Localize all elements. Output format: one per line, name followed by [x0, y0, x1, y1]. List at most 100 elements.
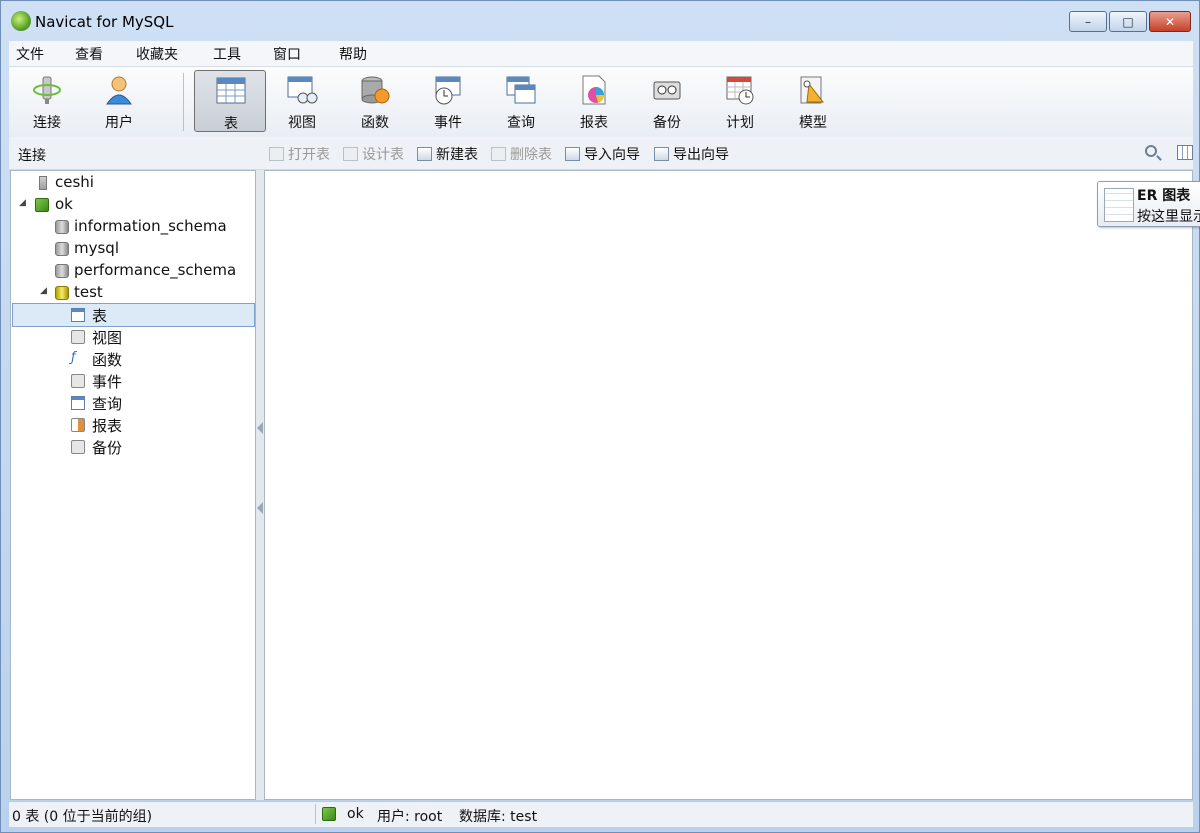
pane-splitter[interactable]	[256, 170, 264, 800]
er-diagram-icon[interactable]	[1177, 145, 1193, 160]
design-table-button[interactable]: 设计表	[343, 144, 404, 164]
view-tool-button[interactable]: 视图	[266, 70, 338, 132]
table-tool-button[interactable]: 表	[194, 70, 266, 132]
tree-item-events[interactable]: 事件	[11, 370, 255, 392]
tree-item-views[interactable]: 视图	[11, 326, 255, 348]
open-table-button[interactable]: 打开表	[269, 144, 330, 164]
database-icon	[55, 220, 69, 234]
event-icon	[71, 374, 85, 388]
function-label: 函数	[361, 115, 389, 131]
menu-tools[interactable]: 工具	[213, 44, 241, 64]
tree-label: information_schema	[74, 217, 227, 235]
backup-icon	[653, 81, 681, 100]
menu-window[interactable]: 窗口	[273, 44, 301, 64]
export-wizard-icon	[654, 147, 669, 161]
tree-label: mysql	[74, 239, 119, 257]
query-icon	[506, 76, 536, 104]
connect-tool-button[interactable]: 连接	[11, 70, 83, 132]
new-table-icon	[417, 147, 432, 161]
new-table-button[interactable]: 新建表	[417, 144, 478, 164]
tree-label: 表	[92, 307, 108, 325]
application-window: Navicat for MySQL – □ ✕ 文件 查看 收藏夹 工具 窗口 …	[0, 0, 1200, 833]
tree-item-queries[interactable]: 查询	[11, 392, 255, 414]
query-icon	[71, 396, 85, 410]
menu-help[interactable]: 帮助	[339, 44, 367, 64]
title-bar[interactable]: Navicat for MySQL – □ ✕	[1, 1, 1199, 41]
backup-tool-button[interactable]: 备份	[631, 70, 703, 132]
window-title: Navicat for MySQL	[35, 13, 174, 31]
user-tool-button[interactable]: 用户	[83, 70, 155, 132]
tree-label: 函数	[92, 351, 123, 369]
event-icon	[435, 76, 461, 105]
maximize-button[interactable]: □	[1109, 11, 1147, 32]
function-tool-button[interactable]: 函数	[339, 70, 411, 132]
connected-icon	[322, 807, 336, 821]
tree-item-ok[interactable]: ◢ ok	[11, 194, 255, 216]
export-wizard-label: 导出向导	[673, 147, 729, 163]
tree-item-test[interactable]: ◢ test	[11, 282, 255, 304]
event-tool-button[interactable]: 事件	[412, 70, 484, 132]
function-icon: ƒ	[71, 350, 76, 365]
connections-pane-header: 连接	[18, 148, 46, 164]
open-table-label: 打开表	[288, 147, 330, 163]
object-list-pane[interactable]	[264, 170, 1193, 800]
tree-label: 视图	[92, 329, 123, 347]
menu-bar: 文件 查看 收藏夹 工具 窗口 帮助	[9, 41, 1193, 66]
import-wizard-icon	[565, 147, 580, 161]
table-label: 表	[224, 116, 238, 132]
view-glasses-icon	[71, 330, 85, 344]
tree-item-functions[interactable]: ƒ 函数	[11, 348, 255, 370]
tree-item-reports[interactable]: 报表	[11, 414, 255, 436]
connected-icon	[35, 198, 49, 212]
report-label: 报表	[580, 115, 608, 131]
query-tool-button[interactable]: 查询	[485, 70, 557, 132]
import-wizard-button[interactable]: 导入向导	[565, 144, 640, 164]
tree-item-mysql[interactable]: mysql	[11, 238, 255, 260]
schedule-tool-button[interactable]: 计划	[704, 70, 776, 132]
tree-label: ok	[55, 195, 73, 213]
toolbar-separator	[183, 73, 184, 131]
menu-view[interactable]: 查看	[75, 44, 103, 64]
menu-file[interactable]: 文件	[16, 44, 44, 64]
model-icon	[800, 76, 825, 104]
delete-table-button[interactable]: 删除表	[491, 144, 552, 164]
status-bar: 0 表 (0 位于当前的组) ok 用户: root 数据库: test	[9, 801, 1193, 827]
new-table-label: 新建表	[436, 147, 478, 163]
model-tool-button[interactable]: 模型	[777, 70, 849, 132]
connection-plug-icon	[33, 76, 61, 104]
minimize-button[interactable]: –	[1069, 11, 1107, 32]
database-icon	[55, 264, 69, 278]
tree-label: 备份	[92, 439, 123, 457]
export-wizard-button[interactable]: 导出向导	[654, 144, 729, 164]
collapse-arrow-icon[interactable]	[257, 422, 263, 434]
view-icon	[287, 76, 318, 104]
connect-label: 连接	[33, 115, 61, 131]
tree-item-tables[interactable]: 表	[12, 303, 255, 327]
report-tool-button[interactable]: 报表	[558, 70, 630, 132]
backup-label: 备份	[653, 115, 681, 131]
tree-item-backups[interactable]: 备份	[11, 436, 255, 458]
close-button[interactable]: ✕	[1149, 11, 1191, 32]
delete-table-label: 删除表	[510, 147, 552, 163]
design-table-icon	[343, 147, 358, 161]
tree-label: ceshi	[55, 173, 94, 191]
table-icon	[216, 77, 246, 104]
tree-item-performance-schema[interactable]: performance_schema	[11, 260, 255, 282]
connection-tree: ceshi ◢ ok information_schema mysql perf…	[10, 170, 256, 800]
tooltip-title: ER 图表	[1137, 188, 1191, 204]
table-icon	[71, 308, 85, 322]
tree-item-ceshi[interactable]: ceshi	[11, 172, 255, 194]
expand-triangle-icon[interactable]: ◢	[40, 286, 47, 296]
search-icon[interactable]	[1145, 145, 1157, 157]
collapse-arrow-icon[interactable]	[257, 502, 263, 514]
navicat-logo-icon	[11, 11, 31, 31]
database-icon	[55, 242, 69, 256]
expand-triangle-icon[interactable]: ◢	[19, 198, 26, 208]
menu-favorites[interactable]: 收藏夹	[136, 44, 178, 64]
report-icon	[582, 75, 606, 105]
tree-item-information-schema[interactable]: information_schema	[11, 216, 255, 238]
import-wizard-label: 导入向导	[584, 147, 640, 163]
status-object-count: 0 表 (0 位于当前的组)	[12, 809, 153, 825]
open-table-icon	[269, 147, 284, 161]
status-divider	[315, 804, 316, 824]
